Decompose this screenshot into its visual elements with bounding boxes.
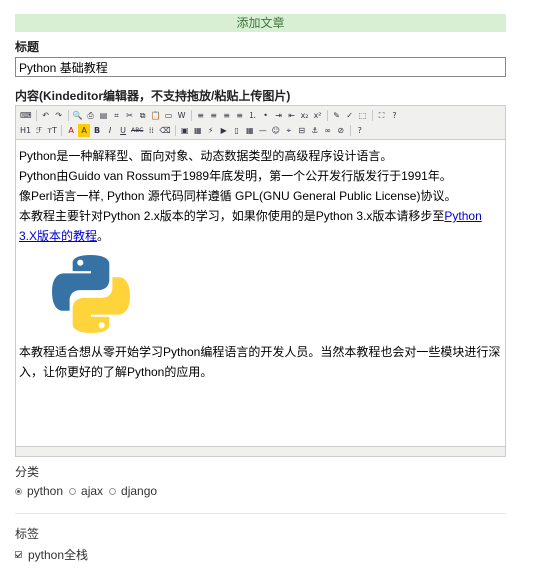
toolbar-insert-group: ▣ ▦ ⚡ ▶ ▯ ▦ — ☺ ⌖ ⊟ ⚓ ∞ ⊘? <box>179 124 366 137</box>
rich-text-editor[interactable]: ⌨ ↶ ↷ 🔍 ⎙ ▤ ⌗ ✂ ⧉ 📋 ▭ W ≡ ≡ ≡ ≡ ⒈ • ⇥ ⇤ x₂ x² ✎ ✓ ⬚ ⛶? H1 ℱ тT A … <box>15 105 506 457</box>
category-radio-group: python ajax django <box>15 484 163 498</box>
italic-button[interactable]: I <box>104 124 116 137</box>
page-header: 添加文章 <box>15 14 506 32</box>
category-option-label: python <box>27 484 64 498</box>
toolbar-separator <box>61 125 63 136</box>
emoticon-icon[interactable]: ☺ <box>270 124 282 137</box>
copy-icon[interactable]: ⧉ <box>137 109 149 122</box>
superscript-icon[interactable]: x² <box>312 109 324 122</box>
select-all-icon[interactable]: ⬚ <box>357 109 369 122</box>
undo-icon[interactable]: ↶ <box>40 109 52 122</box>
toolbar-separator <box>190 110 192 121</box>
font-size-button[interactable]: тT <box>46 124 58 137</box>
section-divider <box>15 513 506 514</box>
pagebreak-icon[interactable]: ⊟ <box>296 124 308 137</box>
category-option-label: django <box>121 484 158 498</box>
flash-icon[interactable]: ⚡ <box>205 124 217 137</box>
multi-image-icon[interactable]: ▦ <box>192 124 204 137</box>
toolbar-separator <box>174 125 176 136</box>
content-text: 本教程主要针对Python 2.x版本的学习，如果你使用的是Python 3.x… <box>19 209 445 223</box>
outdent-icon[interactable]: ⇤ <box>286 109 298 122</box>
fullscreen-icon[interactable]: ⛶ <box>376 109 388 122</box>
hilitecolor-button[interactable]: A <box>78 124 91 137</box>
print-icon[interactable]: ⎙ <box>85 109 97 122</box>
category-label: 分类 <box>15 465 40 479</box>
toolbar-row-2: H1 ℱ тT A A B I U ABC ⁞⁞ ⌫ ▣ ▦ ⚡ ▶ ▯ ▦ — ☺ ⌖ ⊟ ⚓ ∞ ⊘… <box>19 123 502 138</box>
spellcheck-icon[interactable]: ✓ <box>344 109 356 122</box>
baidumap-icon[interactable]: ⌖ <box>283 124 295 137</box>
removeformat-button[interactable]: ⌫ <box>158 124 171 137</box>
category-option-label: ajax <box>81 484 104 498</box>
tag-checkbox-python-fullstack[interactable] <box>15 551 22 558</box>
toolbar-row-1: ⌨ ↶ ↷ 🔍 ⎙ ▤ ⌗ ✂ ⧉ 📋 ▭ W ≡ ≡ ≡ ≡ ⒈ • ⇥ ⇤ x₂ x² ✎ ✓ ⬚ ⛶? <box>19 108 502 123</box>
preview-icon[interactable]: 🔍 <box>72 109 84 122</box>
paste-word-icon[interactable]: W <box>176 109 188 122</box>
python-logo-image <box>52 255 130 333</box>
heading-button[interactable]: H1 <box>19 124 32 137</box>
anchor-icon[interactable]: ⚓ <box>309 124 321 137</box>
code-icon[interactable]: ⌗ <box>111 109 123 122</box>
table-icon[interactable]: ▦ <box>244 124 256 137</box>
help-icon[interactable]: ? <box>354 124 366 137</box>
tags-checkbox-group: python全栈 <box>15 546 88 563</box>
forecolor-button[interactable]: A <box>65 124 77 137</box>
about-icon[interactable]: ? <box>389 109 401 122</box>
strikethrough-button[interactable]: ABC <box>130 124 144 137</box>
category-radio-python[interactable] <box>15 487 22 495</box>
insert-file-icon[interactable]: ▯ <box>231 124 243 137</box>
editor-toolbar: ⌨ ↶ ↷ 🔍 ⎙ ▤ ⌗ ✂ ⧉ 📋 ▭ W ≡ ≡ ≡ ≡ ⒈ • ⇥ ⇤ x₂ x² ✎ ✓ ⬚ ⛶? H1 ℱ тT A … <box>16 106 505 140</box>
toolbar-separator <box>35 110 37 121</box>
image-icon[interactable]: ▣ <box>179 124 191 137</box>
hr-icon[interactable]: — <box>257 124 269 137</box>
align-right-icon[interactable]: ≡ <box>221 109 233 122</box>
toolbar-separator <box>349 125 351 136</box>
content-text: 。 <box>97 229 110 243</box>
toolbar-separator <box>326 110 328 121</box>
content-paragraph: 本教程适合想从零开始学习Python编程语言的开发人员。当然本教程也会对一些模块… <box>19 345 501 379</box>
editor-statusbar[interactable] <box>16 446 505 456</box>
title-label: 标题 <box>15 40 40 54</box>
underline-button[interactable]: U <box>117 124 129 137</box>
indent-icon[interactable]: ⇥ <box>273 109 285 122</box>
clear-format-icon[interactable]: ✎ <box>331 109 343 122</box>
font-family-button[interactable]: ℱ <box>33 124 45 137</box>
paste-plain-icon[interactable]: ▭ <box>163 109 175 122</box>
align-left-icon[interactable]: ≡ <box>195 109 207 122</box>
unordered-list-icon[interactable]: • <box>260 109 272 122</box>
link-icon[interactable]: ∞ <box>322 124 334 137</box>
justify-icon[interactable]: ≡ <box>234 109 246 122</box>
tags-label: 标签 <box>15 527 40 541</box>
media-icon[interactable]: ▶ <box>218 124 230 137</box>
content-paragraph: Python由Guido van Rossum于1989年底发明，第一个公开发行… <box>19 169 452 183</box>
title-input[interactable] <box>15 57 506 77</box>
content-paragraph: 本教程主要针对Python 2.x版本的学习，如果你使用的是Python 3.x… <box>19 206 502 246</box>
lineheight-button[interactable]: ⁞⁞ <box>145 124 157 137</box>
toolbar-separator <box>371 110 373 121</box>
redo-icon[interactable]: ↷ <box>53 109 65 122</box>
template-icon[interactable]: ▤ <box>98 109 110 122</box>
subscript-icon[interactable]: x₂ <box>299 109 311 122</box>
ordered-list-icon[interactable]: ⒈ <box>247 109 259 122</box>
bold-button[interactable]: B <box>91 124 103 137</box>
category-radio-ajax[interactable] <box>69 487 77 495</box>
category-radio-django[interactable] <box>109 487 117 495</box>
editor-content[interactable]: Python是一种解释型、面向对象、动态数据类型的高级程序设计语言。 Pytho… <box>16 140 505 443</box>
paste-icon[interactable]: 📋 <box>150 109 162 122</box>
source-icon[interactable]: ⌨ <box>19 109 33 122</box>
tag-option-label: python全栈 <box>28 548 89 562</box>
content-paragraph: 像Perl语言一样, Python 源代码同样遵循 GPL(GNU Genera… <box>19 189 457 203</box>
content-label: 内容(Kindeditor编辑器，不支持拖放/粘贴上传图片) <box>15 89 291 103</box>
content-paragraph: Python是一种解释型、面向对象、动态数据类型的高级程序设计语言。 <box>19 149 393 163</box>
unlink-icon[interactable]: ⊘ <box>335 124 347 137</box>
toolbar-separator <box>67 110 69 121</box>
cut-icon[interactable]: ✂ <box>124 109 136 122</box>
align-center-icon[interactable]: ≡ <box>208 109 220 122</box>
